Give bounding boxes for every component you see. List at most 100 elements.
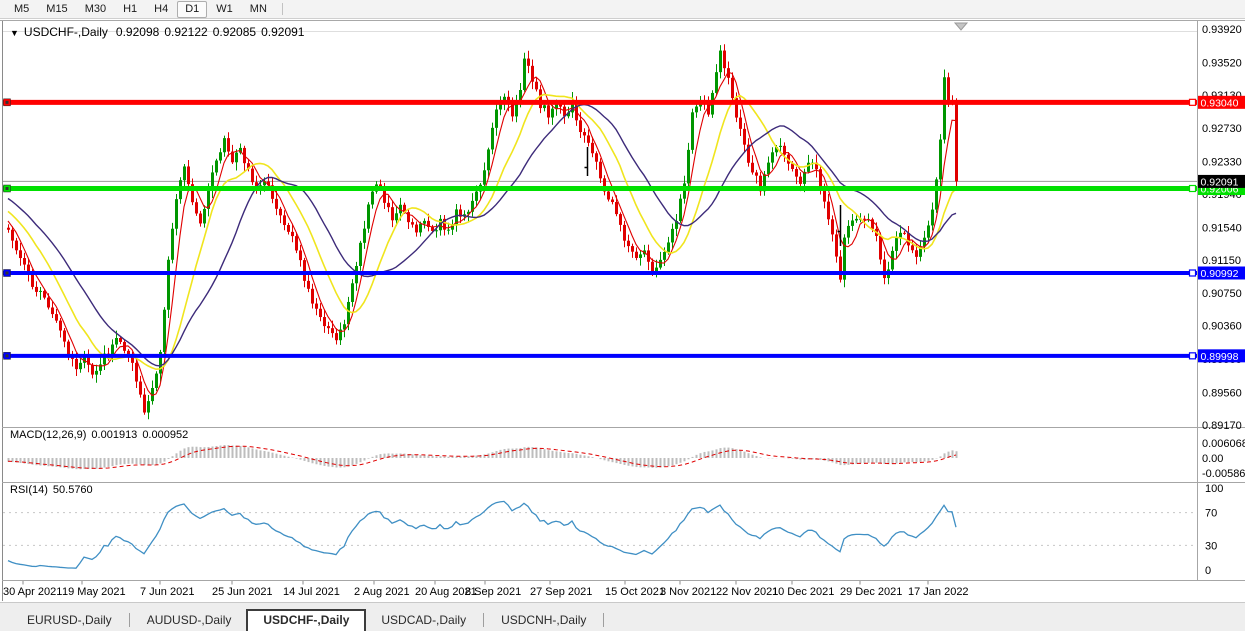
candle-down xyxy=(379,184,382,186)
rsi-axis-label: 30 xyxy=(1205,540,1217,552)
candle-up xyxy=(931,210,934,226)
candle-down xyxy=(723,51,726,69)
moving-average-24 xyxy=(8,105,956,366)
candle-down xyxy=(75,359,78,369)
candle-down xyxy=(823,190,826,202)
candle-down xyxy=(195,202,198,213)
chart-title: ▼USDCHF-,Daily0.920980.921220.920850.920… xyxy=(10,25,309,39)
candle-down xyxy=(291,232,294,236)
date-label: 30 Apr 2021 xyxy=(3,586,62,598)
candle-down xyxy=(591,143,594,153)
candle-down xyxy=(19,250,22,258)
candle-down xyxy=(635,252,638,258)
timeframe-button-m5[interactable]: M5 xyxy=(6,1,37,18)
candle-down xyxy=(955,103,958,182)
candle-down xyxy=(911,245,914,250)
candle-up xyxy=(855,219,858,221)
date-label: 25 Jun 2021 xyxy=(212,586,273,598)
candle-down xyxy=(535,82,538,90)
timeframe-button-h1[interactable]: H1 xyxy=(115,1,145,18)
candle-down xyxy=(615,202,618,214)
toolbar-divider xyxy=(282,3,283,15)
tab-usdcnh[interactable]: USDCNH-,Daily xyxy=(486,609,601,631)
macd-axis-label: 0.006068 xyxy=(1202,438,1245,450)
candle-down xyxy=(15,241,18,251)
hline-left-handle-dot xyxy=(6,101,9,104)
hline-right-handle[interactable] xyxy=(1190,99,1196,105)
candle-up xyxy=(39,291,42,292)
candle-up xyxy=(435,230,438,231)
candle-down xyxy=(51,307,54,314)
candle-up xyxy=(851,220,854,225)
hline-right-handle[interactable] xyxy=(1190,270,1196,276)
ohlc-close: 0.92091 xyxy=(261,25,304,39)
candle-down xyxy=(547,105,550,117)
ohlc-high: 0.92122 xyxy=(164,25,207,39)
timeframe-button-mn[interactable]: MN xyxy=(242,1,275,18)
price-tick-label: 0.90750 xyxy=(1202,288,1242,300)
candle-up xyxy=(475,192,478,201)
timeframe-button-w1[interactable]: W1 xyxy=(208,1,241,18)
candle-down xyxy=(135,363,138,382)
candle-down xyxy=(827,202,830,220)
chart-shift-marker-icon[interactable] xyxy=(955,23,967,30)
timeframe-button-m30[interactable]: M30 xyxy=(77,1,114,18)
tab-audusd[interactable]: AUDUSD-,Daily xyxy=(132,609,247,631)
candle-up xyxy=(171,229,174,260)
mt4-chart-window: { "toolbar": { "timeframes": [ {"label":… xyxy=(0,0,1245,631)
rsi-title: RSI(14) xyxy=(10,484,48,496)
candle-up xyxy=(163,310,166,352)
macd-value-signal: 0.000952 xyxy=(142,429,188,441)
macd-indicator-label: MACD(12,26,9)0.0019130.000952 xyxy=(10,429,193,441)
candle-up xyxy=(715,72,718,93)
candle-up xyxy=(419,224,422,233)
price-tick-label: 0.92330 xyxy=(1202,157,1242,169)
candle-up xyxy=(663,252,666,260)
candle-up xyxy=(719,51,722,73)
date-label: 19 May 2021 xyxy=(62,586,126,598)
candle-down xyxy=(307,281,310,289)
timeframe-button-h4[interactable]: H4 xyxy=(146,1,176,18)
candle-up xyxy=(779,146,782,147)
candle-down xyxy=(331,328,334,333)
candle-down xyxy=(35,287,38,292)
candle-down xyxy=(327,326,330,328)
date-label: 7 Jun 2021 xyxy=(140,586,194,598)
candle-up xyxy=(483,170,486,184)
date-label: 3 Nov 2021 xyxy=(660,586,716,598)
candle-up xyxy=(235,153,238,163)
price-tick-label: 0.91150 xyxy=(1202,255,1241,267)
date-label: 14 Jul 2021 xyxy=(283,586,340,598)
candle-up xyxy=(679,199,682,221)
candle-up xyxy=(695,107,698,113)
candle-up xyxy=(691,112,694,150)
moving-average-13 xyxy=(8,95,956,370)
rsi-line xyxy=(8,501,956,568)
price-badge-0.89998-text: 0.89998 xyxy=(1201,351,1239,363)
date-label: 8 Sep 2021 xyxy=(465,586,521,598)
timeframe-button-m15[interactable]: M15 xyxy=(38,1,75,18)
candle-down xyxy=(619,214,622,225)
hline-right-handle[interactable] xyxy=(1190,186,1196,192)
candle-up xyxy=(423,221,426,224)
chevron-down-icon[interactable]: ▼ xyxy=(10,28,19,38)
candle-down xyxy=(187,166,190,184)
candle-down xyxy=(227,138,230,151)
candle-down xyxy=(583,132,586,135)
candle-down xyxy=(59,321,62,331)
candle-down xyxy=(391,207,394,220)
candle-up xyxy=(491,128,494,150)
candle-up xyxy=(927,225,930,237)
price-tick-label: 0.91540 xyxy=(1202,222,1242,234)
chart-canvas[interactable]: 0.939200.935200.931300.927300.923300.919… xyxy=(0,0,1245,631)
hline-right-handle[interactable] xyxy=(1190,353,1196,359)
candle-up xyxy=(115,338,118,345)
tab-usdchf[interactable]: USDCHF-,Daily xyxy=(246,609,366,631)
candle-up xyxy=(671,229,674,243)
timeframe-button-d1[interactable]: D1 xyxy=(177,1,207,18)
candle-up xyxy=(351,283,354,302)
candle-down xyxy=(607,191,610,199)
candle-down xyxy=(287,225,290,232)
tab-usdcad[interactable]: USDCAD-,Daily xyxy=(366,609,481,631)
tab-eurusd[interactable]: EURUSD-,Daily xyxy=(12,609,127,631)
